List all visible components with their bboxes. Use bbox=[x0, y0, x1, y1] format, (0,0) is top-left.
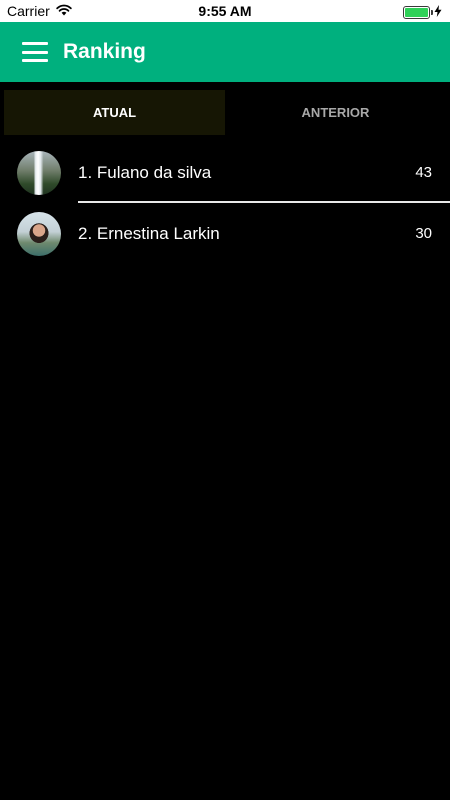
tab-atual[interactable]: ATUAL bbox=[4, 90, 225, 135]
status-bar: Carrier 9:55 AM bbox=[0, 0, 450, 22]
battery-icon bbox=[403, 5, 433, 19]
list-item[interactable]: 2. Ernestina Larkin 30 bbox=[0, 203, 450, 264]
app-bar: Ranking bbox=[0, 22, 450, 82]
status-time: 9:55 AM bbox=[198, 3, 252, 19]
avatar bbox=[17, 150, 61, 195]
status-right bbox=[403, 4, 442, 20]
player-name: 2. Ernestina Larkin bbox=[78, 223, 220, 243]
charging-bolt-icon bbox=[434, 4, 442, 20]
ranking-list: 1. Fulano da silva 43 2. Ernestina Larki… bbox=[0, 142, 450, 264]
list-item[interactable]: 1. Fulano da silva 43 bbox=[0, 142, 450, 203]
page-title: Ranking bbox=[63, 40, 146, 63]
tab-bar: ATUAL ANTERIOR bbox=[4, 90, 446, 135]
tab-anterior[interactable]: ANTERIOR bbox=[225, 90, 446, 135]
hamburger-menu-icon[interactable] bbox=[22, 42, 48, 62]
avatar bbox=[17, 211, 61, 256]
player-score: 43 bbox=[415, 164, 432, 181]
battery-fill bbox=[405, 7, 428, 17]
player-name: 1. Fulano da silva bbox=[78, 162, 212, 182]
player-score: 30 bbox=[415, 225, 432, 242]
